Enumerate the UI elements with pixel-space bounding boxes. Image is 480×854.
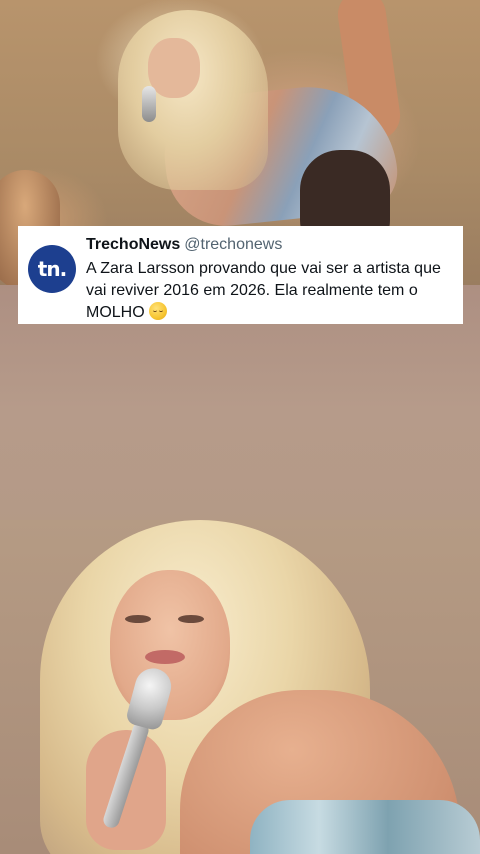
post-card[interactable]: tn. TrechoNews @trechonews A Zara Larsson… [18,226,463,324]
post-text: A Zara Larsson provando que vai ser a ar… [86,258,449,324]
right-eye [178,615,204,623]
avatar-logo-text: tn. [37,257,67,281]
lips [145,650,185,664]
post-text-content: A Zara Larsson provando que vai ser a ar… [86,260,441,321]
author-name[interactable]: TrechoNews [86,236,180,253]
performer-face [110,570,230,720]
post-body: TrechoNews @trechonews A Zara Larsson pro… [86,235,449,321]
sequin-top [250,800,480,854]
closeup-performance-photo [0,520,480,854]
microphone-icon [142,86,156,122]
performer-face [148,38,200,98]
performer-hair [118,10,268,190]
author-handle[interactable]: @trechonews [184,236,282,253]
post-header: TrechoNews @trechonews [86,235,449,255]
relieved-face-emoji-icon [148,302,167,320]
avatar[interactable]: tn. [28,245,76,293]
left-eye [125,615,151,623]
